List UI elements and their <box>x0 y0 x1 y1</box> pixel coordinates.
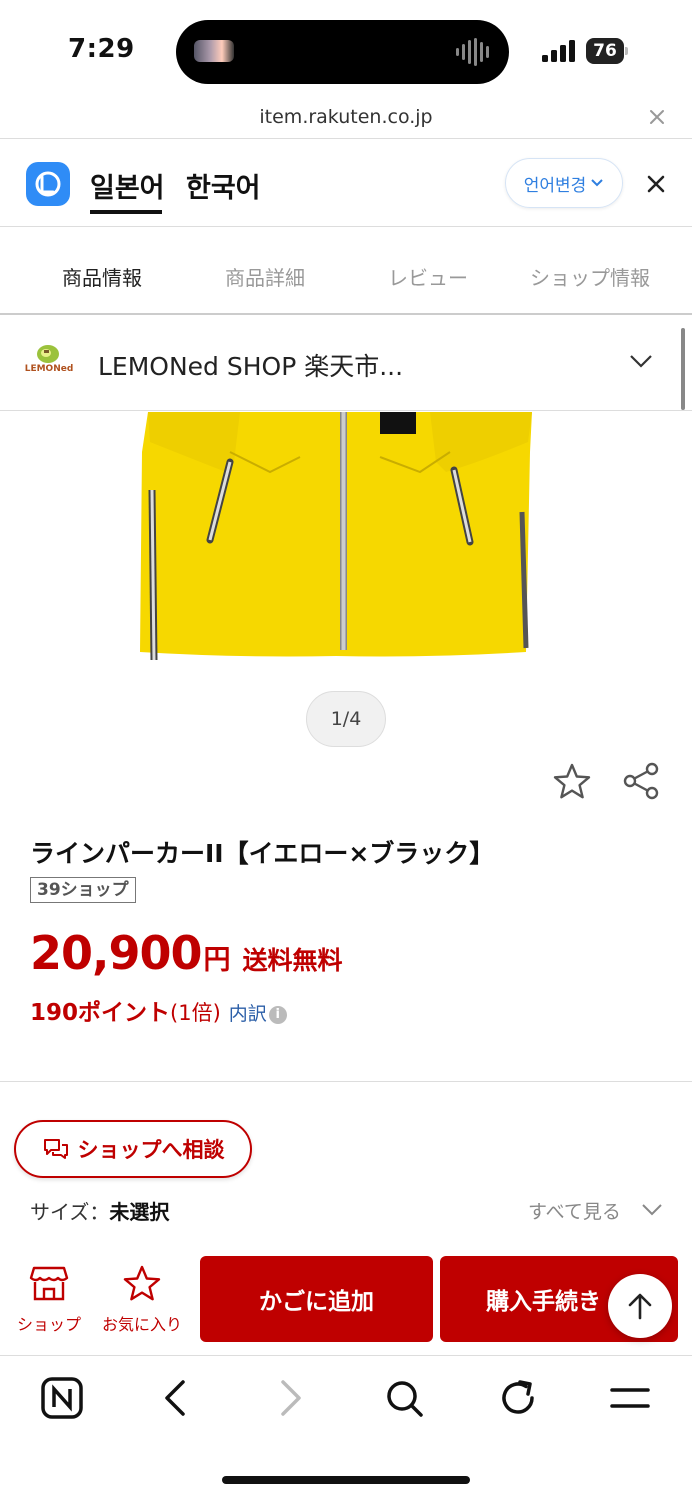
chat-icon <box>43 1139 68 1159</box>
url-text[interactable]: item.rakuten.co.jp <box>0 106 692 128</box>
divider <box>0 138 692 139</box>
size-value: 未選択 <box>109 1200 170 1224</box>
size-selector[interactable]: サイズ：未選択 <box>30 1196 169 1225</box>
close-translate-icon[interactable] <box>644 172 668 196</box>
change-language-button[interactable]: 언어변경 <box>505 158 623 208</box>
scroll-to-top-button[interactable] <box>608 1274 672 1338</box>
audio-wave-icon <box>456 38 489 66</box>
chevron-down-icon[interactable] <box>628 352 654 370</box>
add-to-cart-button[interactable]: かごに追加 <box>200 1256 433 1342</box>
divider <box>0 313 692 315</box>
see-all-link[interactable]: すべて見る <box>528 1197 621 1224</box>
product-title: ラインパーカーII【イエロー×ブラック】 <box>30 839 495 868</box>
home-indicator <box>222 1476 470 1484</box>
tab-reviews[interactable]: レビュー <box>346 262 510 291</box>
price-currency: 円 <box>203 945 231 976</box>
papago-icon <box>26 162 70 206</box>
shop-logo: LEMONed <box>24 342 74 382</box>
consult-shop-button[interactable]: ショップへ相談 <box>14 1120 252 1178</box>
target-language-tab[interactable]: 한국어 <box>186 166 261 205</box>
divider <box>0 1355 692 1356</box>
divider <box>0 226 692 227</box>
consult-label: ショップへ相談 <box>77 1138 225 1162</box>
star-icon[interactable] <box>122 1264 162 1302</box>
scrollbar[interactable] <box>681 328 685 410</box>
tab-product-info[interactable]: 商品情報 <box>20 262 184 291</box>
naver-icon[interactable] <box>40 1376 84 1420</box>
divider <box>0 410 692 411</box>
search-icon[interactable] <box>382 1376 426 1420</box>
close-icon[interactable] <box>646 106 668 128</box>
favorite-nav-label[interactable]: お気に入り <box>97 1311 187 1335</box>
active-tab-indicator <box>90 210 162 214</box>
points-block: 190ポイント(1倍) 内訳 i <box>30 993 287 1027</box>
shop-nav-label[interactable]: ショップ <box>4 1311 94 1335</box>
chevron-down-icon[interactable] <box>641 1202 663 1218</box>
divider <box>0 1081 692 1082</box>
points-detail-link[interactable]: 内訳 <box>229 1003 267 1025</box>
points-value: 190ポイント <box>30 1000 171 1026</box>
signal-icon <box>542 40 575 62</box>
share-icon[interactable] <box>622 762 662 800</box>
change-language-label: 언어변경 <box>523 175 587 196</box>
now-playing-thumbnail <box>194 40 234 62</box>
menu-icon[interactable] <box>608 1376 652 1420</box>
price-block: 20,900円 送料無料 <box>30 926 343 980</box>
arrow-up-icon <box>628 1293 652 1320</box>
battery-icon: 76 <box>586 38 628 64</box>
tab-product-details[interactable]: 商品詳細 <box>183 262 347 291</box>
points-multiplier: (1倍) <box>170 1001 221 1025</box>
back-icon[interactable] <box>154 1376 198 1420</box>
shipping-label: 送料無料 <box>242 946 343 975</box>
size-label: サイズ： <box>30 1200 110 1224</box>
shop-logo-text: LEMONed <box>24 364 74 374</box>
forward-icon[interactable] <box>268 1376 312 1420</box>
product-image[interactable] <box>130 412 542 668</box>
price-value: 20,900 <box>30 926 203 980</box>
tab-shop-info[interactable]: ショップ情報 <box>508 262 672 291</box>
reload-icon[interactable] <box>496 1376 540 1420</box>
image-counter: 1/4 <box>306 691 386 747</box>
shop-badge: 39ショップ <box>30 877 136 903</box>
shop-icon[interactable] <box>29 1264 69 1302</box>
shop-name[interactable]: LEMONed SHOP 楽天市... <box>98 347 403 383</box>
chevron-down-icon <box>591 179 603 187</box>
source-language-tab[interactable]: 일본어 <box>90 166 165 205</box>
checkout-label: 購入手続き <box>486 1289 601 1315</box>
star-icon[interactable] <box>552 762 592 800</box>
battery-level: 76 <box>586 38 624 64</box>
status-time: 7:29 <box>68 34 135 64</box>
info-icon[interactable]: i <box>268 1006 287 1024</box>
add-to-cart-label: かごに追加 <box>259 1289 374 1315</box>
